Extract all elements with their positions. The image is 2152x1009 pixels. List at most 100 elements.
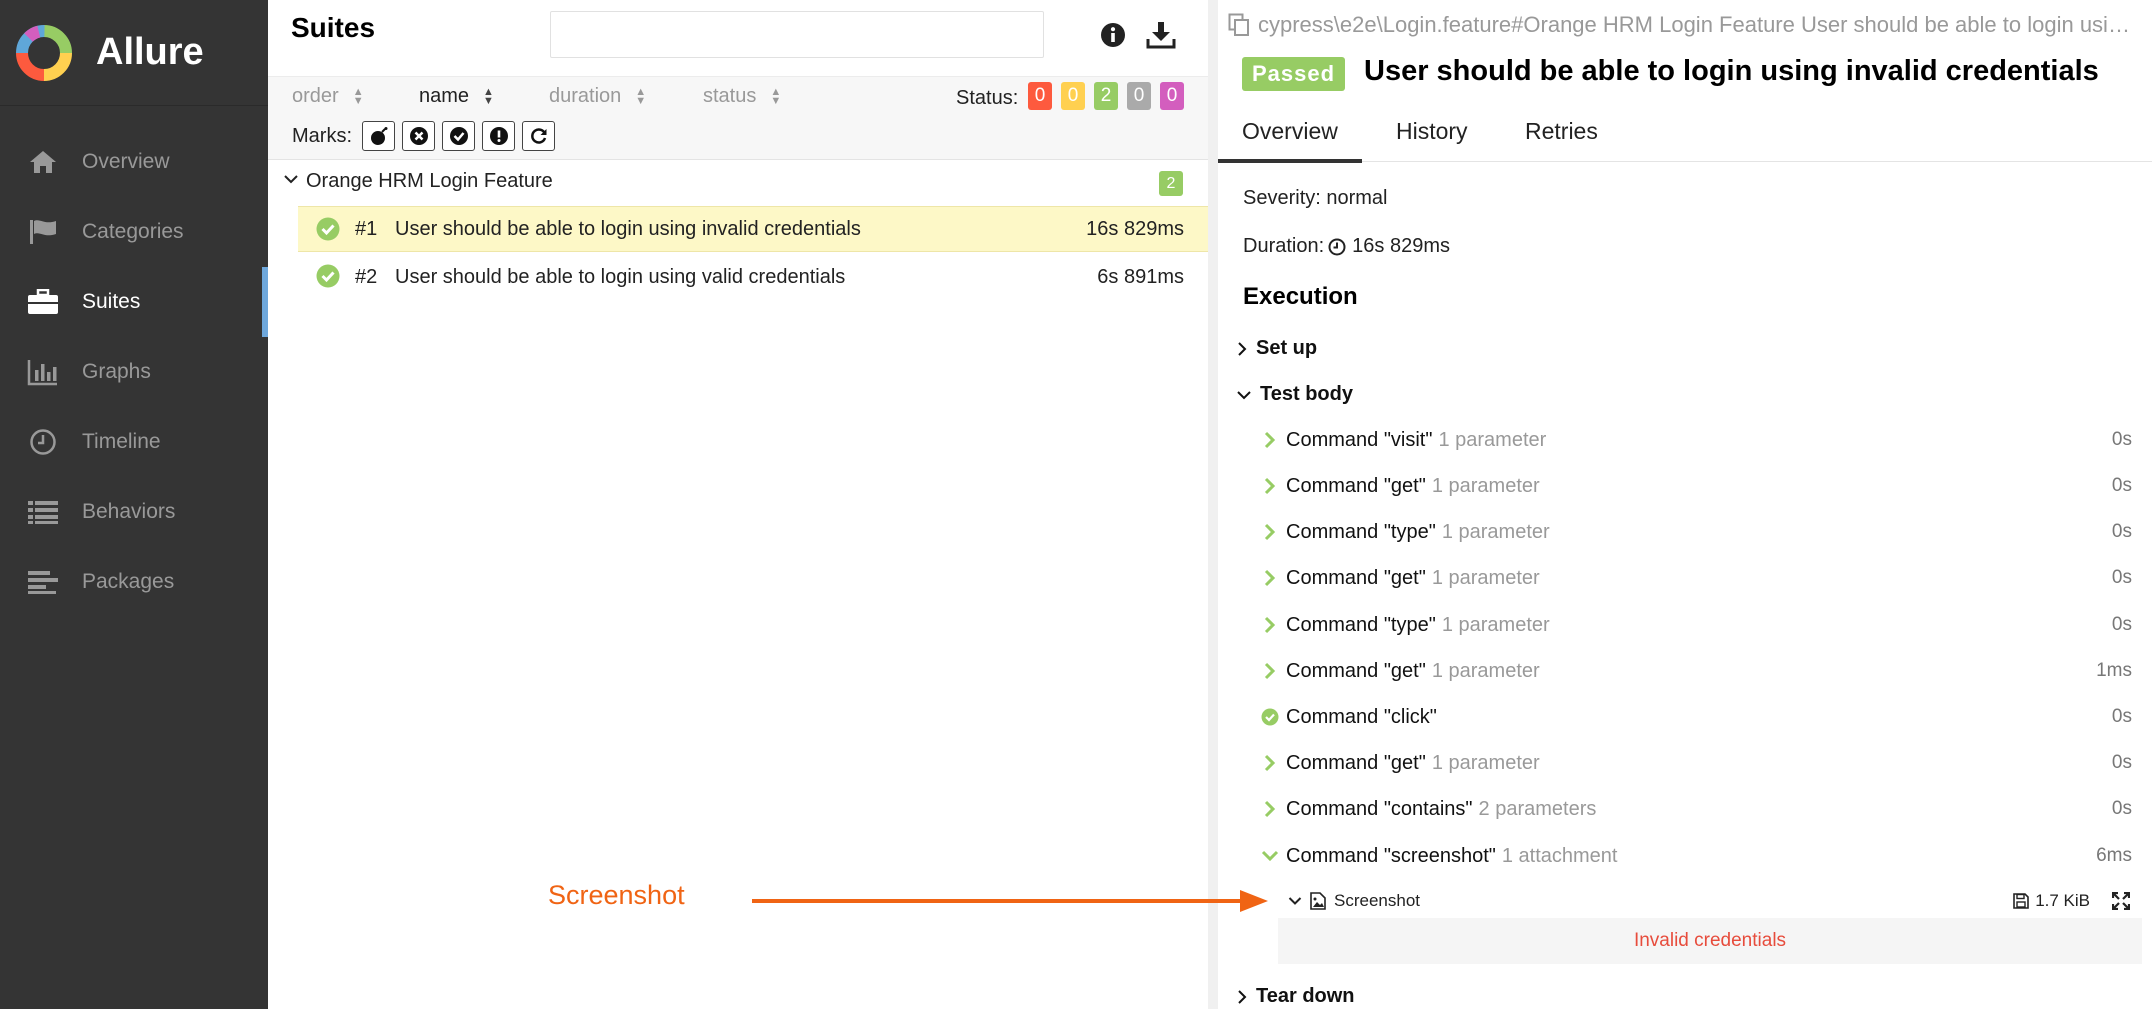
sidebar-item-categories[interactable]: Categories	[0, 197, 268, 267]
test-path: cypress\e2e\Login.feature#Orange HRM Log…	[1228, 12, 2142, 38]
step-row[interactable]: Command "contains" 2 parameters 0s	[1260, 789, 2132, 829]
sort-status-label: status	[703, 85, 757, 107]
test-title: User should be able to login using inval…	[1364, 55, 2099, 87]
test-number: #1	[355, 217, 378, 240]
sort-duration[interactable]: duration ▲ ▼	[549, 85, 646, 108]
step-duration: 6ms	[2096, 845, 2132, 866]
sidebar-item-behaviors[interactable]: Behaviors	[0, 477, 268, 547]
test-row[interactable]: #2 User should be able to login using va…	[298, 254, 1208, 300]
step-row[interactable]: Command "type" 1 parameter 0s	[1260, 605, 2132, 645]
duration: Duration: 16s 829ms	[1243, 235, 1450, 258]
step-params: 1 parameter	[1431, 659, 1540, 682]
brand[interactable]: Allure	[0, 0, 268, 106]
step-duration: 0s	[2111, 752, 2132, 773]
step-duration: 0s	[2111, 475, 2132, 496]
sidebar: Allure Overview Categories Suites Graphs	[0, 0, 268, 1009]
sort-arrows-icon: ▲ ▼	[483, 85, 494, 107]
step-duration: 0s	[2111, 429, 2132, 450]
execution-title: Execution	[1243, 283, 1358, 310]
check-circle-icon[interactable]	[442, 121, 475, 151]
attachment-size: 1.7 KiB	[2013, 891, 2090, 911]
sidebar-item-packages[interactable]: Packages	[0, 547, 268, 617]
sort-order[interactable]: order ▲ ▼	[292, 85, 364, 108]
step-params: 1 parameter	[1441, 520, 1550, 543]
teardown-section[interactable]: Tear down	[1236, 985, 1355, 1008]
tab-history[interactable]: History	[1396, 118, 1468, 162]
suite-group-row[interactable]: Orange HRM Login Feature 2	[268, 161, 1208, 203]
sort-order-label: order	[292, 85, 339, 107]
step-duration: 0s	[2111, 798, 2132, 819]
exclamation-circle-icon[interactable]	[482, 121, 515, 151]
status-unknown-badge[interactable]: 0	[1160, 82, 1184, 110]
list-icon	[26, 495, 60, 529]
step-row[interactable]: Command "get" 1 parameter 1ms	[1260, 651, 2132, 691]
sort-status[interactable]: status ▲ ▼	[703, 85, 781, 108]
sidebar-item-overview[interactable]: Overview	[0, 127, 268, 197]
fullscreen-icon[interactable]	[2112, 892, 2130, 910]
test-path-text: cypress\e2e\Login.feature#Orange HRM Log…	[1258, 12, 2142, 37]
tab-retries[interactable]: Retries	[1525, 118, 1598, 162]
step-row[interactable]: Command "get" 1 parameter 0s	[1260, 743, 2132, 783]
sidebar-item-timeline[interactable]: Timeline	[0, 407, 268, 477]
tab-overview[interactable]: Overview	[1218, 118, 1362, 163]
sidebar-item-label: Behaviors	[82, 500, 176, 523]
sort-arrows-icon: ▲ ▼	[352, 85, 364, 107]
step-params: 1 parameter	[1441, 613, 1550, 636]
step-row[interactable]: Command "visit" 1 parameter 0s	[1260, 420, 2132, 460]
sort-arrows-icon: ▲ ▼	[770, 85, 782, 107]
teardown-label: Tear down	[1256, 985, 1355, 1007]
step-command: Command "get"	[1286, 566, 1426, 589]
sort-name-label: name	[419, 85, 470, 107]
step-command: Command "screenshot"	[1286, 844, 1496, 867]
step-row[interactable]: Command "get" 1 parameter 0s	[1260, 558, 2132, 598]
step-command: Command "get"	[1286, 751, 1426, 774]
save-icon	[2013, 893, 2029, 909]
step-command: Command "get"	[1286, 659, 1426, 682]
info-icon[interactable]	[1096, 18, 1130, 52]
search-input[interactable]	[550, 11, 1044, 58]
setup-section[interactable]: Set up	[1236, 337, 1317, 360]
attachment-row[interactable]: Screenshot 1.7 KiB	[1288, 884, 2132, 918]
suite-group-name: Orange HRM Login Feature	[306, 170, 553, 192]
align-left-icon	[26, 565, 60, 599]
test-duration: 6s 891ms	[1097, 265, 1184, 288]
briefcase-icon	[26, 285, 60, 319]
test-body-section[interactable]: Test body	[1236, 383, 1353, 406]
chevron-down-icon	[1288, 897, 1302, 905]
step-command: Command "type"	[1286, 520, 1436, 543]
copy-icon[interactable]	[1228, 13, 1250, 37]
chevron-right-icon	[1260, 616, 1280, 634]
sort-arrows-icon: ▲ ▼	[635, 85, 647, 107]
step-params: 1 attachment	[1501, 844, 1618, 867]
status-broken-badge[interactable]: 0	[1061, 82, 1085, 110]
check-circle-icon	[316, 264, 340, 288]
duration-value: 16s 829ms	[1352, 235, 1450, 257]
sort-name[interactable]: name ▲ ▼	[419, 85, 494, 108]
allure-logo-icon	[15, 24, 72, 81]
sidebar-item-suites[interactable]: Suites	[0, 267, 268, 337]
attachment-preview: Invalid credentials	[1278, 918, 2142, 964]
step-row[interactable]: Command "screenshot" 1 attachment 6ms	[1260, 836, 2132, 876]
refresh-icon[interactable]	[522, 121, 555, 151]
status-passed-badge[interactable]: 2	[1094, 82, 1118, 110]
status-skipped-badge[interactable]: 0	[1127, 82, 1151, 110]
sidebar-item-graphs[interactable]: Graphs	[0, 337, 268, 407]
pane-splitter[interactable]	[1208, 0, 1218, 1009]
step-row[interactable]: Command "type" 1 parameter 0s	[1260, 512, 2132, 552]
step-duration: 0s	[2111, 706, 2132, 727]
step-params: 1 parameter	[1431, 751, 1540, 774]
step-row[interactable]: Command "get" 1 parameter 0s	[1260, 466, 2132, 506]
chevron-right-icon	[1238, 341, 1247, 356]
attachment-name: Screenshot	[1334, 891, 1420, 910]
status-failed-badge[interactable]: 0	[1028, 82, 1052, 110]
download-icon[interactable]	[1144, 18, 1178, 52]
chevron-right-icon	[1260, 477, 1280, 495]
chevron-down-icon	[1260, 850, 1280, 862]
close-circle-icon[interactable]	[402, 121, 435, 151]
chevron-right-icon	[1260, 800, 1280, 818]
sidebar-item-label: Suites	[82, 290, 141, 313]
chevron-right-icon	[1238, 989, 1247, 1004]
bomb-icon[interactable]	[362, 121, 395, 151]
test-row[interactable]: #1 User should be able to login using in…	[298, 206, 1208, 252]
suites-pane: Suites order ▲ ▼ name ▲ ▼ duration ▲ ▼ stat…	[268, 0, 1208, 1009]
